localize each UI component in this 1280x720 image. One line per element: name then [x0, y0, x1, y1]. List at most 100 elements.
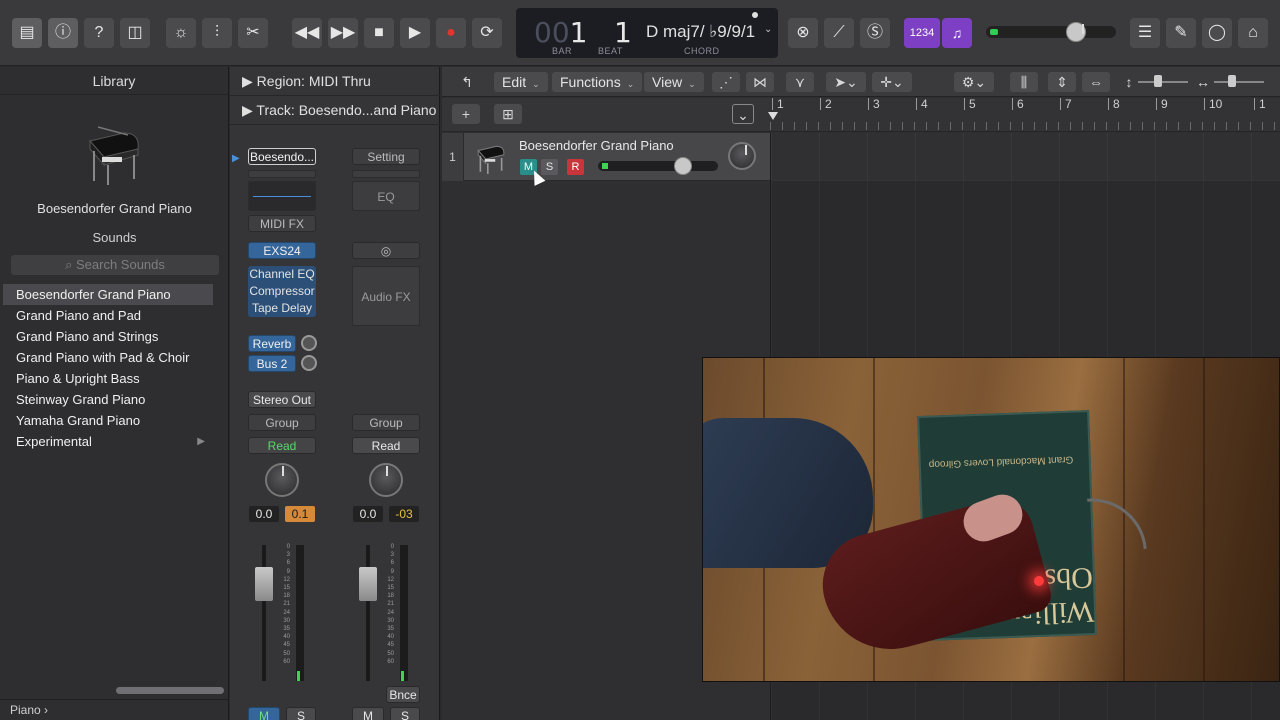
volume-fader[interactable] — [255, 567, 273, 601]
solo-button[interactable]: S — [390, 707, 420, 720]
master-volume-knob[interactable] — [1066, 22, 1086, 42]
list-item[interactable]: Steinway Grand Piano — [3, 389, 213, 410]
record-icon[interactable]: ● — [436, 18, 466, 48]
send-reverb[interactable]: Reverb — [248, 335, 296, 352]
catch-icon[interactable]: ⋰ — [712, 72, 740, 92]
volume-fader-track[interactable] — [366, 545, 370, 681]
midi-fx-slot[interactable]: MIDI FX — [248, 215, 316, 232]
pan-knob[interactable] — [369, 463, 403, 497]
vertical-zoom-knob[interactable] — [1154, 75, 1162, 87]
rewind-icon[interactable]: ◀◀ — [292, 18, 322, 48]
waveform-zoom-icon[interactable]: ⫼ — [1010, 72, 1038, 92]
pan-readout[interactable]: -03 — [389, 506, 419, 522]
track-header[interactable]: 1 Boesendorfer Grand Piano M S R — [442, 133, 770, 181]
audio-fx-slot[interactable]: Audio FX — [352, 266, 420, 326]
vertical-zoom-slider[interactable] — [1138, 81, 1188, 83]
fx-slot-tape-delay[interactable]: Tape Delay — [248, 300, 316, 317]
volume-readout[interactable]: 0.0 — [353, 506, 383, 522]
output-slot[interactable]: Stereo Out — [248, 391, 316, 408]
pencil-tool-icon[interactable]: ✛⌄ — [872, 72, 912, 92]
view-menu[interactable]: View ⌄ — [644, 72, 704, 92]
editors-icon[interactable]: ◫ — [120, 18, 150, 48]
add-track-button[interactable]: + — [452, 104, 480, 124]
group-slot[interactable]: Group — [352, 414, 420, 431]
scissors-icon[interactable]: ✂ — [238, 18, 268, 48]
horizontal-zoom-slider[interactable] — [1214, 81, 1264, 83]
library-breadcrumb[interactable]: Piano › — [0, 699, 229, 720]
pointer-tool-icon[interactable]: ➤⌄ — [826, 72, 866, 92]
list-item[interactable]: Grand Piano and Pad — [3, 305, 213, 326]
fx-slot-compressor[interactable]: Compressor — [248, 283, 316, 300]
help-icon[interactable]: ? — [84, 18, 114, 48]
automation-mode[interactable]: Read — [352, 437, 420, 454]
metronome-icon[interactable]: ♫ — [942, 18, 972, 48]
cycle-icon[interactable]: ⟳ — [472, 18, 502, 48]
instrument-slot[interactable]: EXS24 — [248, 242, 316, 259]
setting-button[interactable]: Setting — [352, 148, 420, 165]
track-record-button[interactable]: R — [567, 159, 584, 175]
track-solo-button[interactable]: S — [541, 159, 558, 175]
global-tracks-icon[interactable]: ⌄ — [732, 104, 754, 124]
tuner-icon[interactable]: ⟋ — [824, 18, 854, 48]
smart-controls-icon[interactable]: ☼ — [166, 18, 196, 48]
mixer-icon[interactable]: ⫶ — [202, 18, 232, 48]
lcd-display[interactable]: 001 1 BAR BEAT D maj7/ ♭9/9/1 CHORD ⌄ — [516, 8, 778, 58]
replace-icon[interactable]: ⊗ — [788, 18, 818, 48]
notes-icon[interactable]: ✎ — [1166, 18, 1196, 48]
mute-button[interactable]: M — [352, 707, 384, 720]
bounce-button[interactable]: Bnce — [386, 686, 420, 703]
back-icon[interactable]: ↰ — [452, 72, 482, 92]
automation-mode[interactable]: Read — [248, 437, 316, 454]
fx-slot-channel-eq[interactable]: Channel EQ — [248, 266, 316, 283]
fit-horizontal-icon[interactable]: ⇔ — [1082, 72, 1110, 92]
horizontal-zoom-knob[interactable] — [1228, 75, 1236, 87]
volume-readout[interactable]: 0.0 — [249, 506, 279, 522]
playhead-icon[interactable] — [768, 112, 778, 120]
volume-fader-track[interactable] — [262, 545, 266, 681]
loop-browser-icon[interactable]: ◯ — [1202, 18, 1232, 48]
new-track-with-settings-icon[interactable]: ⊞ — [494, 104, 522, 124]
solo-button[interactable]: S — [286, 707, 316, 720]
pan-readout[interactable]: 0.1 — [285, 506, 315, 522]
send-reverb-knob[interactable] — [301, 335, 317, 351]
mute-button[interactable]: M — [248, 707, 280, 720]
search-input[interactable]: ⌕ Search Sounds — [11, 255, 219, 275]
send-bus-2[interactable]: Bus 2 — [248, 355, 296, 372]
list-item[interactable]: Grand Piano with Pad & Choir — [3, 347, 213, 368]
volume-fader[interactable] — [359, 567, 377, 601]
chevron-down-icon[interactable]: ⌄ — [764, 24, 772, 35]
flex-icon[interactable]: ⋈ — [746, 72, 774, 92]
link-icon[interactable]: ◎ — [352, 242, 420, 259]
edit-menu[interactable]: Edit ⌄ — [494, 72, 548, 92]
track-volume-knob[interactable] — [674, 157, 692, 175]
list-icon[interactable]: ☰ — [1130, 18, 1160, 48]
gear-icon[interactable]: ⚙⌄ — [954, 72, 994, 92]
list-item[interactable]: Experimental ▶ — [3, 431, 213, 452]
play-icon[interactable]: ▶ — [400, 18, 430, 48]
functions-menu[interactable]: Functions ⌄ — [552, 72, 643, 92]
track-name[interactable]: Boesendorfer Grand Piano — [519, 138, 674, 153]
patch-button[interactable]: Boesendo... — [248, 148, 316, 165]
list-item[interactable]: Piano & Upright Bass — [3, 368, 213, 389]
snap-icon[interactable]: ⋎ — [786, 72, 814, 92]
track-lane[interactable] — [771, 133, 1280, 181]
count-in-button[interactable]: 1234 — [904, 18, 940, 48]
track-volume-slider[interactable] — [598, 157, 718, 175]
list-item[interactable]: Boesendorfer Grand Piano — [3, 284, 213, 305]
library-icon[interactable]: ▤ — [12, 18, 42, 48]
track-pan-knob[interactable] — [728, 142, 756, 170]
pan-knob[interactable] — [265, 463, 299, 497]
master-volume-slider[interactable] — [986, 22, 1116, 42]
browser-icon[interactable]: ⌂ — [1238, 18, 1268, 48]
eq-slot[interactable]: EQ — [352, 181, 420, 211]
stop-icon[interactable]: ■ — [364, 18, 394, 48]
fast-forward-icon[interactable]: ▶▶ — [328, 18, 358, 48]
eq-thumbnail[interactable] — [248, 181, 316, 211]
fit-vertical-icon[interactable]: ⇕ — [1048, 72, 1076, 92]
list-item[interactable]: Grand Piano and Strings — [3, 326, 213, 347]
solo-mode-icon[interactable]: Ⓢ — [860, 18, 890, 48]
timeline-ruler[interactable]: 1 2 3 4 5 6 7 8 9 10 1 — [768, 98, 1280, 132]
region-inspector-header[interactable]: ▶ Region: MIDI Thru — [230, 67, 440, 96]
group-slot[interactable]: Group — [248, 414, 316, 431]
info-icon[interactable]: ⓘ — [48, 18, 78, 48]
